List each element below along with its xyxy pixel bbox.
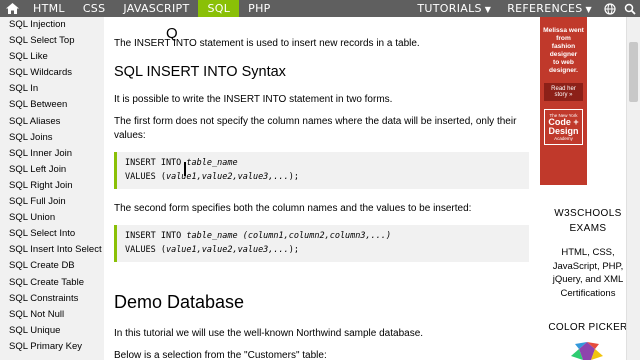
right-column: Melissa went from fashion designer to we…: [536, 17, 640, 360]
ad-text-line: Melissa went from: [543, 27, 584, 42]
sidebar-item-sql-right-join[interactable]: SQL Right Join: [0, 178, 104, 194]
sidebar-item-sql-select-top[interactable]: SQL Select Top: [0, 33, 104, 49]
demo-paragraph: In this tutorial we will use the well-kn…: [114, 328, 424, 339]
form1-paragraph: The first form does not specify the colu…: [114, 116, 517, 141]
references-dropdown[interactable]: REFERENCES ▼: [499, 2, 600, 15]
sidebar-item-sql-inner-join[interactable]: SQL Inner Join: [0, 146, 104, 162]
scrollbar-thumb[interactable]: [629, 42, 638, 102]
exams-title[interactable]: EXAMS: [536, 223, 640, 234]
sidebar-item-sql-left-join[interactable]: SQL Left Join: [0, 162, 104, 178]
sidebar-item-sql-injection[interactable]: SQL Injection: [0, 17, 104, 33]
ad-spacer: [540, 17, 587, 27]
sidebar-item-sql-between[interactable]: SQL Between: [0, 97, 104, 113]
exams-title[interactable]: W3SCHOOLS: [536, 208, 640, 219]
sidebar-item-sql-unique[interactable]: SQL Unique: [0, 323, 104, 339]
sidebar-item-sql-create-db[interactable]: SQL Create DB: [0, 258, 104, 274]
code-variable: value1,value2,value3,...: [165, 244, 289, 255]
sidebar-item-sql-select-into[interactable]: SQL Select Into: [0, 226, 104, 242]
topnav-right: TUTORIALS ▼ REFERENCES ▼: [409, 0, 640, 17]
sidebar-item-sql-primary-key[interactable]: SQL Primary Key: [0, 339, 104, 355]
sidebar-item-sql-aliases[interactable]: SQL Aliases: [0, 114, 104, 130]
tutorials-dropdown[interactable]: TUTORIALS ▼: [409, 2, 499, 15]
sidebar-item-sql-wildcards[interactable]: SQL Wildcards: [0, 65, 104, 81]
code-punctuation: );: [288, 244, 300, 255]
code-variable: table_name: [186, 158, 238, 168]
sidebar-item-sql-in[interactable]: SQL In: [0, 81, 104, 97]
selection-paragraph: Below is a selection from the "Customers…: [114, 350, 327, 360]
forms-paragraph: It is possible to write the INSERT INTO …: [114, 94, 393, 105]
code-example-2: INSERT INTO table_name (column1,column2,…: [114, 225, 529, 262]
top-navigation: HTML CSS JAVASCRIPT SQL PHP TUTORIALS ▼ R…: [0, 0, 640, 17]
syntax-heading: SQL INSERT INTO Syntax: [114, 64, 286, 80]
tab-sql[interactable]: SQL: [198, 0, 240, 17]
tab-javascript[interactable]: JAVASCRIPT: [114, 0, 198, 17]
sidebar-item-sql-not-null[interactable]: SQL Not Null: [0, 307, 104, 323]
demo-heading: Demo Database: [114, 292, 245, 312]
ad-text-line: to web designer.: [549, 59, 578, 74]
sidebar-item-sql-full-join[interactable]: SQL Full Join: [0, 194, 104, 210]
code-keyword: INSERT INTO: [125, 158, 187, 168]
ad-read-story-button[interactable]: Read her story »: [544, 83, 583, 101]
tab-html[interactable]: HTML: [24, 0, 74, 17]
intro-paragraph: The INSERT INTO statement is used to ins…: [114, 38, 420, 49]
home-button[interactable]: [0, 0, 24, 17]
caret-down-icon: ▼: [585, 5, 592, 14]
sidebar: SQL Injection SQL Select Top SQL Like SQ…: [0, 17, 104, 360]
ad-logo-big: Design: [548, 126, 579, 136]
advertisement-banner[interactable]: Melissa went from fashion designer to we…: [540, 17, 587, 185]
caret-down-icon: ▼: [484, 5, 492, 14]
color-picker-title[interactable]: COLOR PICKER: [536, 322, 640, 333]
tab-css[interactable]: CSS: [74, 0, 115, 17]
code-keyword: VALUES (: [125, 244, 166, 255]
code-line: VALUES (value1,value2,value3,...);: [125, 244, 521, 258]
globe-icon[interactable]: [600, 2, 620, 15]
code-example-1: INSERT INTO table_name VALUES (value1,va…: [114, 152, 529, 189]
ad-text-line: fashion designer: [549, 43, 578, 58]
sidebar-item-sql-like[interactable]: SQL Like: [0, 49, 104, 65]
code-punctuation: );: [288, 171, 300, 182]
sidebar-item-sql-insert-into-select[interactable]: SQL Insert Into Select: [0, 242, 104, 258]
tab-php[interactable]: PHP: [239, 0, 279, 17]
home-icon: [5, 0, 19, 18]
sidebar-item-sql-constraints[interactable]: SQL Constraints: [0, 291, 104, 307]
text-cursor: [184, 162, 186, 176]
code-variable: table_name (column1,column2,column3,...): [186, 231, 392, 241]
page-scrollbar[interactable]: [626, 17, 640, 360]
ad-logo: The New York Code + Design Academy: [544, 109, 583, 145]
sidebar-item-sql-joins[interactable]: SQL Joins: [0, 130, 104, 146]
code-line: INSERT INTO table_name (column1,column2,…: [125, 230, 521, 244]
search-icon[interactable]: [620, 3, 640, 15]
color-picker-image[interactable]: [565, 340, 609, 360]
code-keyword: VALUES (: [125, 171, 166, 182]
tutorials-label: TUTORIALS: [417, 2, 482, 15]
sidebar-item-sql-union[interactable]: SQL Union: [0, 210, 104, 226]
main-content: Q The INSERT INTO statement is used to i…: [104, 17, 536, 360]
code-keyword: INSERT INTO: [125, 231, 187, 241]
ad-logo-small: Academy: [554, 136, 573, 141]
references-label: REFERENCES: [507, 2, 583, 15]
sidebar-item-sql-create-table[interactable]: SQL Create Table: [0, 275, 104, 291]
form2-paragraph: The second form specifies both the colum…: [114, 203, 472, 214]
exams-description: HTML, CSS, JavaScript, PHP, jQuery, and …: [552, 247, 624, 299]
